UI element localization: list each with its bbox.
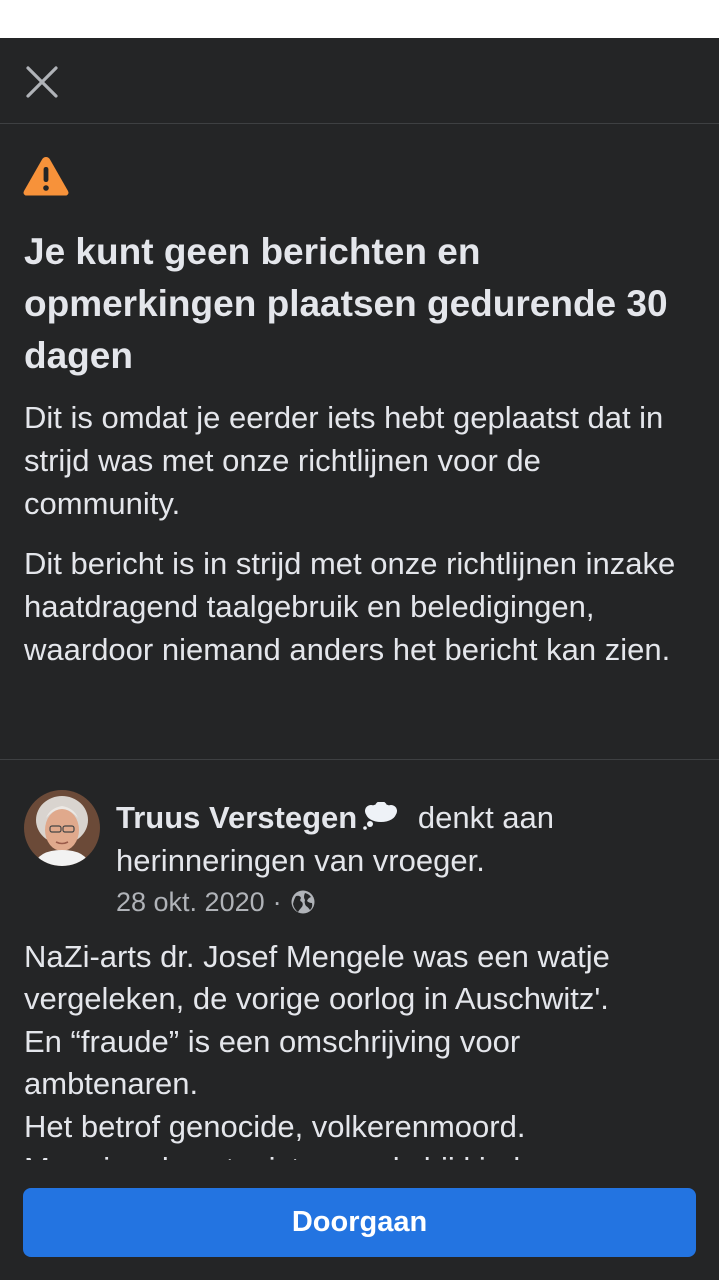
post-meta: 28 okt. 2020 · [116, 884, 316, 920]
post-preview: Truus Verstegen denkt aan herinneringen … [0, 760, 719, 1160]
post-body: NaZi-arts dr. Josef Mengele was een watj… [24, 936, 704, 1160]
post-line: Het betrof genocide, volkerenmoord. [24, 1108, 526, 1144]
avatar [24, 790, 100, 866]
continue-button[interactable]: Doorgaan [23, 1188, 696, 1257]
post-line: ambtenaren. [24, 1066, 199, 1102]
globe-icon [291, 890, 315, 914]
notice-reason-text: Dit is omdat je eerder iets hebt geplaat… [24, 400, 664, 521]
post-line: En “fraude” is een omschrijving voor [24, 1023, 521, 1059]
meta-separator: · [272, 887, 282, 917]
close-icon[interactable] [25, 65, 59, 99]
post-header: Truus Verstegen denkt aan herinneringen … [116, 796, 696, 882]
close-button[interactable] [22, 62, 62, 102]
thought-bubble-icon [363, 802, 398, 830]
dialog-footer: Doorgaan [0, 1160, 719, 1280]
warning-icon [23, 157, 69, 196]
restriction-notice: Je kunt geen berichten en opmerkingen pl… [0, 124, 719, 760]
dialog-header [0, 38, 719, 124]
status-bar-area [0, 0, 719, 38]
notice-detail-text: Dit bericht is in strijd met onze richtl… [24, 546, 676, 667]
post-line: vergeleken, de vorige oorlog in Auschwit… [24, 981, 609, 1017]
post-line: Maar ja, als satanisten zoals bij kinder… [24, 1148, 704, 1160]
notice-title: Je kunt geen berichten en opmerkingen pl… [24, 231, 668, 376]
post-line: NaZi-arts dr. Josef Mengele was een watj… [24, 939, 610, 974]
author-name[interactable]: Truus Verstegen [116, 800, 357, 835]
post-date[interactable]: 28 okt. 2020 [116, 884, 265, 920]
